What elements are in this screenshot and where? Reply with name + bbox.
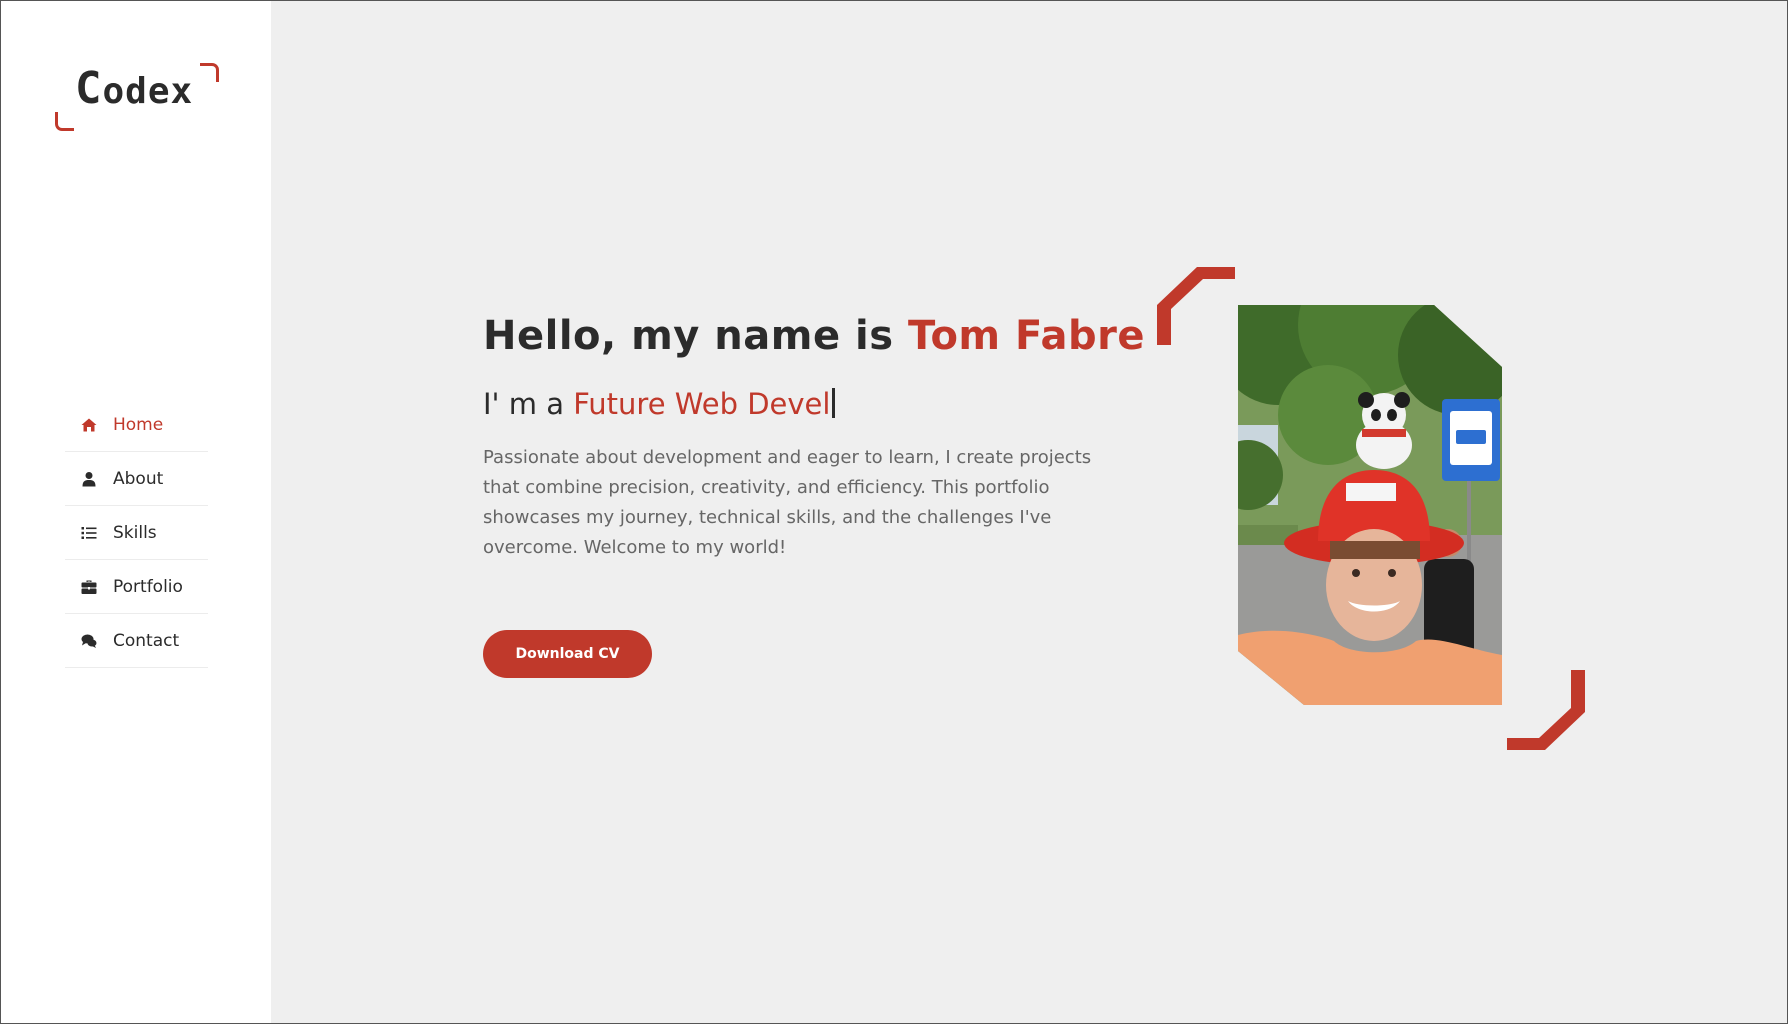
sidebar-item-label: Home bbox=[113, 414, 164, 435]
typing-caret bbox=[832, 388, 836, 418]
logo-corner-top-right bbox=[200, 63, 219, 82]
list-icon bbox=[79, 525, 99, 541]
hero-role: I' m a Future Web Devel bbox=[483, 387, 836, 421]
page-frame: Codex Home About Skills Portfolio Contac… bbox=[0, 0, 1788, 1024]
logo-rest: odex bbox=[102, 71, 194, 112]
user-icon bbox=[79, 471, 99, 487]
sidebar-item-skills[interactable]: Skills bbox=[65, 506, 208, 560]
sidebar-item-about[interactable]: About bbox=[65, 452, 208, 506]
sidebar-item-contact[interactable]: Contact bbox=[65, 614, 208, 668]
logo[interactable]: Codex bbox=[55, 59, 221, 135]
logo-first-letter: C bbox=[75, 63, 103, 114]
sidebar-nav: Home About Skills Portfolio Contact bbox=[65, 398, 208, 668]
role-prefix: I' m a bbox=[483, 387, 574, 421]
hero-heading: Hello, my name is Tom Fabre bbox=[483, 313, 1145, 359]
sidebar-item-portfolio[interactable]: Portfolio bbox=[65, 560, 208, 614]
comments-icon bbox=[79, 633, 99, 649]
home-icon bbox=[79, 417, 99, 433]
profile-photo bbox=[1238, 305, 1502, 705]
profile-photo-image bbox=[1238, 305, 1502, 705]
hero-description: Passionate about development and eager t… bbox=[483, 447, 1092, 558]
bracket-top-left bbox=[1157, 267, 1235, 345]
sidebar-item-home[interactable]: Home bbox=[65, 398, 208, 452]
briefcase-icon bbox=[79, 579, 99, 595]
sidebar-item-label: Portfolio bbox=[113, 576, 183, 597]
bracket-bottom-right bbox=[1507, 670, 1585, 750]
sidebar: Codex Home About Skills Portfolio Contac… bbox=[1, 1, 271, 1023]
download-cv-button[interactable]: Download CV bbox=[483, 630, 652, 678]
hero-name: Tom Fabre bbox=[907, 313, 1145, 359]
sidebar-item-label: About bbox=[113, 468, 164, 489]
role-typed-text: Future Web Devel bbox=[573, 387, 831, 421]
hero-greeting: Hello, my name is bbox=[483, 313, 908, 359]
sidebar-item-label: Contact bbox=[113, 630, 180, 651]
logo-text: Codex bbox=[75, 63, 193, 114]
logo-corner-bottom-left bbox=[55, 112, 74, 131]
sidebar-item-label: Skills bbox=[113, 522, 157, 543]
main-content: Hello, my name is Tom Fabre I' m a Futur… bbox=[271, 1, 1787, 1023]
